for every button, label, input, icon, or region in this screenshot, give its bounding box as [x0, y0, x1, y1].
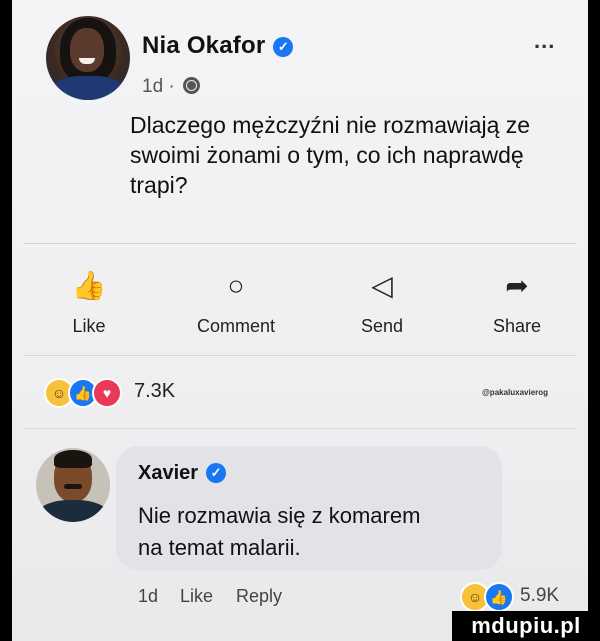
- comment-text-line: na temat malarii.: [138, 535, 301, 560]
- divider: [24, 243, 576, 244]
- like-button[interactable]: 👍 Like: [34, 266, 144, 337]
- commenter-name-row[interactable]: Xavier ✓: [138, 462, 227, 485]
- comment-reaction-icons[interactable]: ☺ 👍: [460, 582, 514, 612]
- author-name-row[interactable]: Nia Okafor ✓: [142, 32, 294, 60]
- watermark-handle: @pakaluxavierog: [482, 388, 549, 397]
- comment-text-line: Nie rozmawia się z komarem: [138, 503, 421, 528]
- verified-badge-icon: ✓: [206, 463, 227, 483]
- post-meta: 1d ·: [142, 76, 201, 98]
- comment-like-button[interactable]: Like: [180, 586, 213, 607]
- commenter-avatar[interactable]: [36, 448, 110, 522]
- post-card: Nia Okafor ✓ 1d · ... Dlaczego mężczyźni …: [12, 0, 588, 641]
- site-watermark: mdupiu.pl: [452, 611, 600, 641]
- comment-time[interactable]: 1d: [138, 586, 158, 607]
- post-time[interactable]: 1d ·: [142, 76, 175, 97]
- like-icon: 👍: [71, 270, 107, 301]
- comment-label: Comment: [196, 316, 276, 336]
- post-text: Dlaczego mężczyźni nie rozmawiają ze swo…: [130, 112, 531, 198]
- share-icon: ➦: [505, 270, 529, 301]
- share-label: Share: [492, 316, 542, 336]
- like-label: Like: [72, 316, 106, 336]
- globe-icon: [183, 77, 201, 94]
- send-label: Send: [360, 316, 404, 336]
- divider: [24, 428, 576, 429]
- verified-badge-icon: ✓: [273, 37, 294, 57]
- comment-button[interactable]: ○ Comment: [181, 266, 291, 337]
- comment-reaction-count[interactable]: 5.9K: [520, 585, 559, 607]
- comment-reply-button[interactable]: Reply: [236, 586, 282, 607]
- divider: [24, 355, 576, 356]
- reaction-count[interactable]: 7.3K: [134, 380, 175, 403]
- like-reaction-icon: 👍: [484, 582, 514, 612]
- send-icon: ◁: [371, 270, 393, 301]
- send-button[interactable]: ◁ Send: [327, 266, 437, 337]
- love-reaction-icon: ♥: [92, 378, 122, 408]
- comment-icon: ○: [227, 270, 245, 301]
- share-button[interactable]: ➦ Share: [462, 266, 572, 337]
- comment-text: Nie rozmawia się z komarem na temat mala…: [138, 500, 498, 564]
- reaction-icons[interactable]: ☺ 👍 ♥: [44, 378, 122, 408]
- author-avatar[interactable]: [46, 16, 130, 100]
- more-options-button[interactable]: ...: [534, 28, 555, 54]
- commenter-name[interactable]: Xavier: [138, 462, 198, 484]
- author-name[interactable]: Nia Okafor: [142, 32, 265, 59]
